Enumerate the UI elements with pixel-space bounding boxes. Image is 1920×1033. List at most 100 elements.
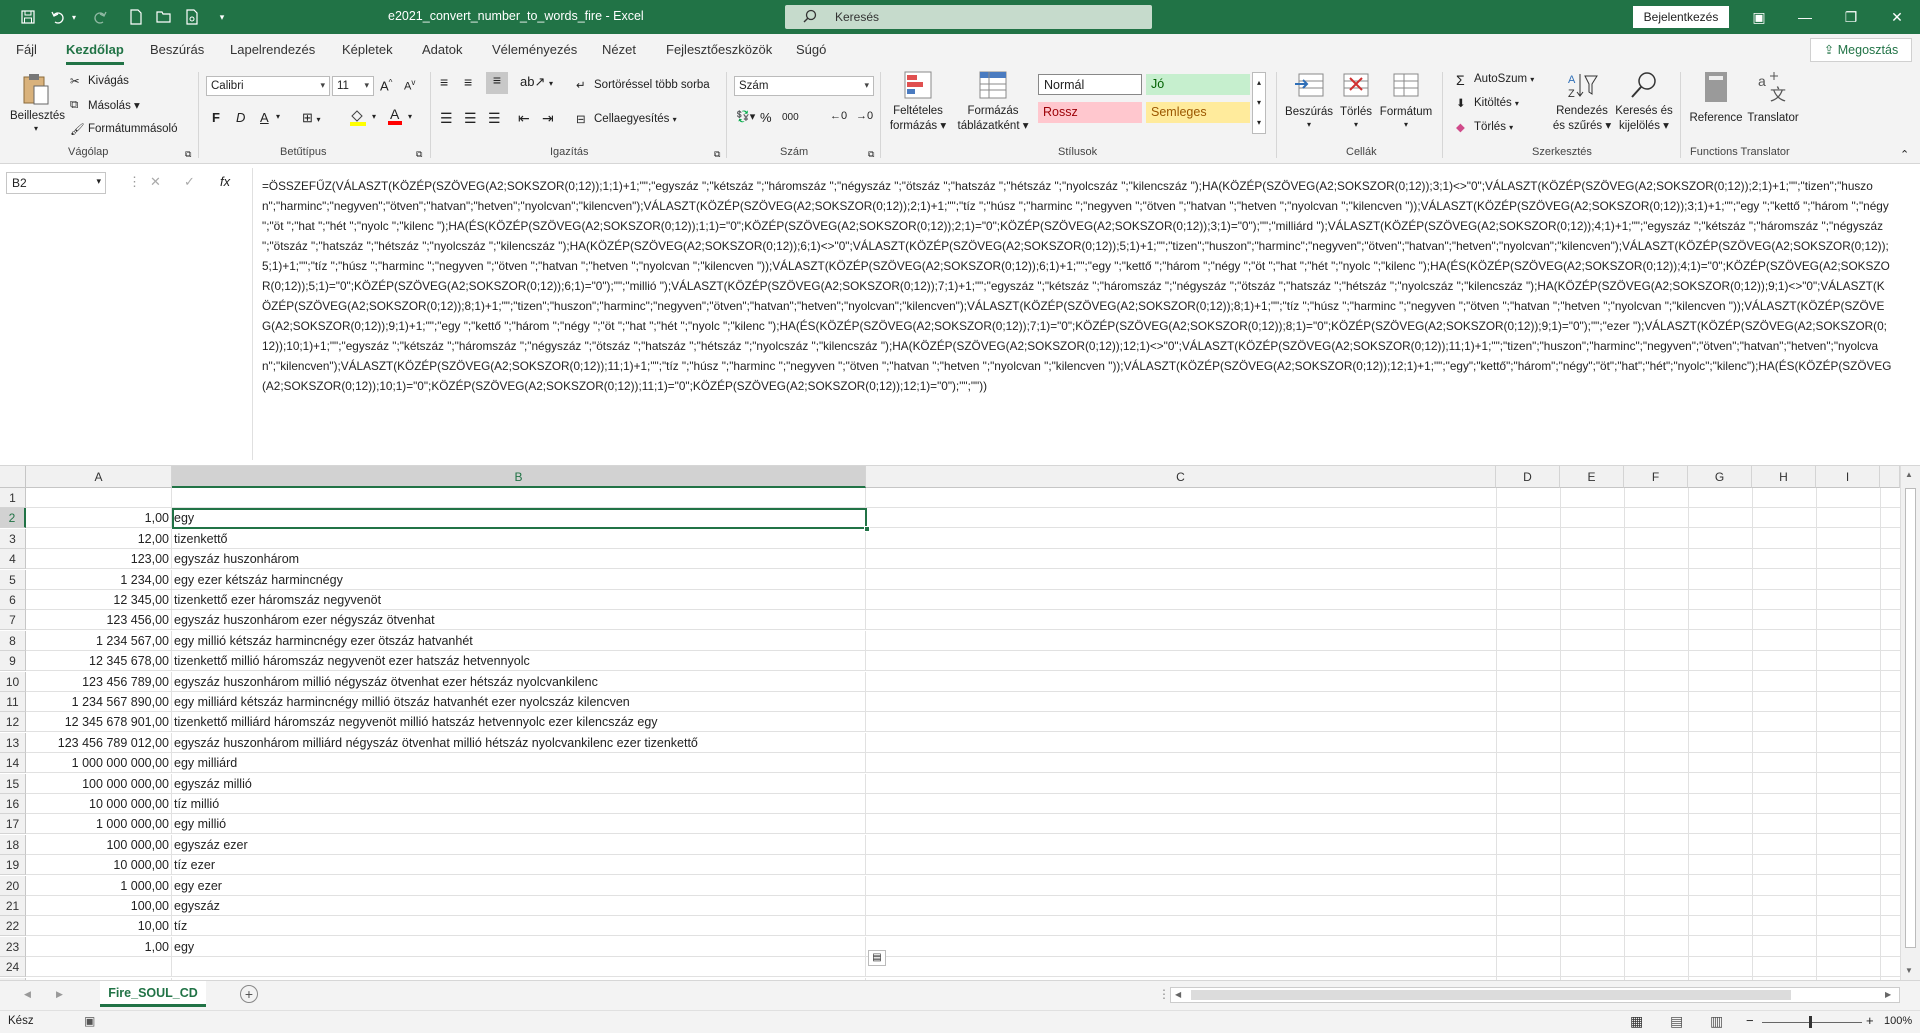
name-box[interactable]: B2 ▾: [6, 172, 106, 194]
cell-a[interactable]: 123,00: [26, 549, 172, 570]
chevron-down-icon[interactable]: ▾: [276, 112, 280, 121]
empty-cells[interactable]: [866, 855, 1900, 876]
cell-b[interactable]: egyszáz huszonhárom milliárd négyszáz öt…: [172, 732, 866, 753]
cell-b[interactable]: tizenkettő ezer háromszáz negyvenöt: [172, 590, 866, 610]
tab-review[interactable]: Véleményezés: [492, 42, 577, 57]
column-header-b[interactable]: B: [172, 466, 866, 488]
cut-button[interactable]: ✂ Kivágás: [70, 74, 129, 88]
scroll-tabs-right-icon[interactable]: ▶: [56, 989, 63, 1000]
row-header[interactable]: 6: [0, 590, 26, 610]
cell-a[interactable]: [26, 957, 172, 978]
style-good[interactable]: Jó: [1146, 74, 1250, 95]
tab-split-handle[interactable]: ⋮: [1158, 987, 1170, 1001]
chevron-down-icon[interactable]: ▾: [408, 112, 412, 121]
row-header[interactable]: 15: [0, 773, 26, 794]
undo-dropdown-icon[interactable]: ▾: [68, 0, 80, 34]
vertical-scroll-thumb[interactable]: [1905, 488, 1916, 948]
wrap-text-button[interactable]: ↵ Sortöréssel több sorba: [576, 78, 710, 92]
horizontal-scroll-thumb[interactable]: [1191, 990, 1791, 1000]
cell-a[interactable]: 123 456,00: [26, 610, 172, 631]
cell-a[interactable]: 100 000 000,00: [26, 773, 172, 794]
row-header[interactable]: 3: [0, 528, 26, 549]
cell-b[interactable]: egy: [172, 508, 866, 529]
row-header[interactable]: 13: [0, 732, 26, 753]
tab-file[interactable]: Fájl: [16, 42, 37, 57]
font-name-select[interactable]: Calibri ▾: [206, 76, 330, 96]
cancel-icon[interactable]: ✕: [150, 174, 161, 190]
empty-cells[interactable]: [866, 692, 1900, 712]
percent-icon[interactable]: %: [760, 110, 772, 125]
open-folder-icon[interactable]: [152, 0, 176, 34]
tab-insert[interactable]: Beszúrás: [150, 42, 204, 57]
cell-a[interactable]: 1,00: [26, 508, 172, 529]
new-sheet-button[interactable]: +: [240, 985, 258, 1003]
cell-a[interactable]: 12 345,00: [26, 590, 172, 610]
cell-b[interactable]: tíz millió: [172, 794, 866, 814]
restore-button[interactable]: ❐: [1828, 0, 1874, 34]
cell-b[interactable]: tizenkettő millió háromszáz negyvenöt ez…: [172, 651, 866, 672]
cell-a[interactable]: 1 234 567 890,00: [26, 692, 172, 712]
empty-cells[interactable]: [866, 529, 1900, 549]
tab-developer[interactable]: Fejlesztőeszközök: [666, 42, 772, 57]
empty-cells[interactable]: [866, 794, 1900, 814]
vertical-scrollbar[interactable]: ▲ ▼: [1900, 466, 1920, 980]
normal-view-icon[interactable]: ▦: [1630, 1013, 1643, 1030]
cell-b[interactable]: tíz ezer: [172, 855, 866, 876]
minimize-button[interactable]: —: [1782, 0, 1828, 34]
empty-cells[interactable]: [866, 631, 1900, 651]
empty-cells[interactable]: [866, 508, 1900, 529]
cell-a[interactable]: 1 000 000 000,00: [26, 753, 172, 774]
paste-button[interactable]: Beillesztés ▾: [10, 70, 65, 140]
tab-home[interactable]: Kezdőlap: [66, 42, 124, 65]
row-header[interactable]: 10: [0, 671, 26, 692]
column-header-g[interactable]: G: [1688, 466, 1752, 488]
customize-toolbar-icon[interactable]: ▾: [212, 0, 232, 34]
empty-cells[interactable]: [866, 957, 1900, 978]
empty-cells[interactable]: [866, 814, 1900, 835]
decrease-decimal-icon[interactable]: →0: [856, 110, 873, 122]
row-header[interactable]: 8: [0, 630, 26, 651]
cell-a[interactable]: [26, 488, 172, 508]
macro-recording-icon[interactable]: ▣: [84, 1014, 95, 1028]
clear-button[interactable]: ◆ Törlés ▾: [1456, 120, 1513, 134]
cell-b[interactable]: egy millió: [172, 814, 866, 835]
copy-button[interactable]: ⧉ Másolás ▾: [70, 98, 140, 113]
column-header-c[interactable]: C: [866, 466, 1496, 488]
insert-function-button[interactable]: fx: [220, 174, 230, 189]
sign-in-button[interactable]: Bejelentkezés: [1633, 6, 1729, 28]
scroll-left-icon[interactable]: ◀: [1175, 990, 1181, 999]
thousands-separator-icon[interactable]: 000: [782, 112, 799, 123]
fill-color-icon[interactable]: [348, 108, 368, 129]
align-center-icon[interactable]: ☰: [464, 110, 477, 127]
quick-analysis-icon[interactable]: ▤: [868, 950, 886, 966]
format-painter-button[interactable]: 🖌 Formátummásoló: [70, 122, 177, 136]
cell-a[interactable]: 12 345 678,00: [26, 651, 172, 672]
increase-indent-icon[interactable]: ⇥: [542, 110, 554, 127]
font-size-select[interactable]: 11 ▾: [332, 76, 374, 96]
format-as-table-button[interactable]: Formázás táblázatként ▾: [952, 70, 1034, 134]
column-header-d[interactable]: D: [1496, 466, 1560, 488]
new-file-icon[interactable]: [124, 0, 148, 34]
align-middle-icon[interactable]: ≡: [464, 74, 472, 90]
style-normal[interactable]: Normál: [1038, 74, 1142, 95]
conditional-formatting-button[interactable]: Feltételes formázás ▾: [886, 70, 950, 134]
row-header[interactable]: 23: [0, 936, 26, 957]
row-header[interactable]: 9: [0, 651, 26, 672]
undo-icon[interactable]: [46, 0, 70, 34]
empty-cells[interactable]: [866, 876, 1900, 896]
worksheet-grid[interactable]: A B C D E F G H I 1 2 1,00 egy 3 12,00 tizenke…: [0, 466, 1920, 980]
align-top-icon[interactable]: ≡: [440, 74, 448, 90]
borders-icon[interactable]: ⊞ ▾: [302, 110, 321, 126]
cell-a[interactable]: 123 456 789 012,00: [26, 732, 172, 753]
accounting-format-icon[interactable]: 💱▾: [736, 110, 755, 123]
autosum-button[interactable]: Σ AutoSzum ▾: [1456, 72, 1534, 88]
cell-b[interactable]: tizenkettő: [172, 528, 866, 549]
cell-b[interactable]: egy: [172, 936, 866, 957]
decrease-font-icon[interactable]: Av: [404, 78, 415, 93]
page-break-view-icon[interactable]: ▥: [1710, 1013, 1723, 1030]
cell-b[interactable]: egyszáz huszonhárom millió négyszáz ötve…: [172, 671, 866, 692]
tab-view[interactable]: Nézet: [602, 42, 636, 57]
italic-button[interactable]: D: [236, 110, 245, 125]
insert-cells-button[interactable]: Beszúrás ▾: [1282, 70, 1336, 130]
tab-page-layout[interactable]: Lapelrendezés: [230, 42, 315, 57]
